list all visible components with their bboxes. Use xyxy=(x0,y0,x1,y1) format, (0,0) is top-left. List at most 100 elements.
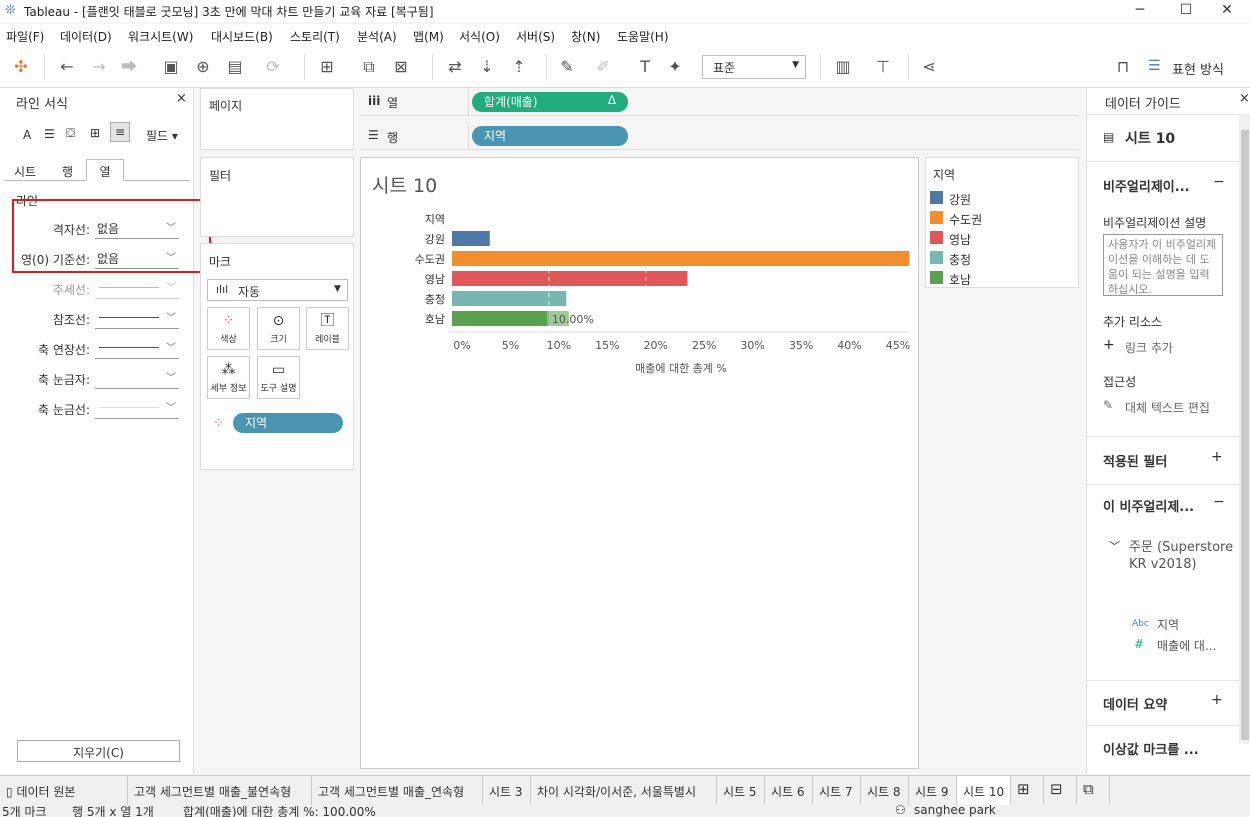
trend-lines-select[interactable]: ﹀ xyxy=(95,277,179,299)
close-guide-icon[interactable]: × xyxy=(1239,91,1250,106)
tab-sheet-4[interactable]: 차이 시각화/이서준, 서울특별시 xyxy=(531,776,717,805)
tooltip-button[interactable]: ▭ 도구 설명 xyxy=(257,356,300,399)
maximize-button[interactable]: ☐ xyxy=(1163,0,1209,22)
add-link-button[interactable]: 링크 추가 xyxy=(1125,339,1173,356)
collapse-icon[interactable]: − xyxy=(1213,174,1225,190)
save-icon[interactable]: ▣ xyxy=(160,56,182,78)
menu-format[interactable]: 서식(O) xyxy=(459,28,500,45)
show-cards-icon[interactable]: ▥ xyxy=(832,56,854,78)
tableau-icon[interactable]: ✣ xyxy=(10,56,32,78)
menu-data[interactable]: 데이터(D) xyxy=(60,28,112,45)
color-field-pill[interactable]: 지역 xyxy=(233,413,343,433)
refresh-icon[interactable]: ⟳ xyxy=(262,56,284,78)
presentation-icon[interactable]: ⊤ xyxy=(872,56,894,78)
replay-icon[interactable]: ⮕ xyxy=(118,56,140,78)
menu-window[interactable]: 창(N) xyxy=(571,28,600,45)
legend-item-3[interactable]: 충청 xyxy=(949,251,971,268)
legend-item-1[interactable]: 수도권 xyxy=(949,211,982,228)
menu-map[interactable]: 맵(M) xyxy=(413,28,444,45)
close-window-button[interactable]: ✕ xyxy=(1204,0,1250,22)
share-icon[interactable]: ⋖ xyxy=(918,56,940,78)
axis-minor-ticks-select[interactable]: ﹀ xyxy=(95,397,179,419)
tab-sheet-1[interactable]: 고객 세그먼트별 매출_불연속형 xyxy=(128,776,312,805)
pages-card[interactable]: 페이지 xyxy=(200,88,354,150)
legend-item-2[interactable]: 영남 xyxy=(949,231,971,248)
menu-story[interactable]: 스토리(T) xyxy=(290,28,340,45)
font-icon[interactable]: A xyxy=(23,128,31,142)
clear-sheet-icon[interactable]: ⊠ xyxy=(390,56,412,78)
this-viz-title[interactable]: 이 비주얼리제... xyxy=(1103,496,1194,515)
viz-description-input[interactable]: 사용자가 이 비주얼리제이션을 이해하는 데 도움이 되는 설명을 입력하십시오… xyxy=(1103,234,1223,296)
highlight-icon[interactable]: ✎ xyxy=(556,56,578,78)
clear-button[interactable]: 지우기(C) xyxy=(17,740,180,762)
duplicate-icon[interactable]: ⧉ xyxy=(358,56,380,78)
reference-lines-select[interactable]: ﹀ xyxy=(95,307,179,329)
shading-icon[interactable]: ⛋ xyxy=(66,126,75,141)
color-button[interactable]: ⁘ 색상 xyxy=(207,307,250,350)
undo-icon[interactable]: ← xyxy=(56,56,78,78)
columns-pill[interactable]: 합계(매출) Δ xyxy=(472,92,628,112)
tab-columns[interactable]: 열 xyxy=(86,159,124,181)
axis-ticks-select[interactable]: ﹀ xyxy=(95,367,179,389)
new-dashboard-icon[interactable]: ⊟ xyxy=(1044,776,1077,805)
viz-section-title[interactable]: 비주얼리제이... xyxy=(1103,176,1190,195)
borders-icon[interactable]: ⊞ xyxy=(90,126,100,140)
outliers-title[interactable]: 이상값 마크를 ... xyxy=(1103,739,1199,758)
tab-sheet[interactable]: 시트 xyxy=(14,163,36,180)
tab-sheet-9[interactable]: 시트 9 xyxy=(909,776,957,805)
status-user[interactable]: sanghee park xyxy=(914,805,996,817)
fix-axes-icon[interactable]: ✦ xyxy=(664,56,686,78)
sort-descending-icon[interactable]: ⇡ xyxy=(508,56,530,78)
filters-card[interactable]: 필터 xyxy=(200,157,354,237)
fields-dropdown[interactable]: 필드 ▾ xyxy=(146,127,178,144)
tab-sheet-6[interactable]: 시트 6 xyxy=(765,776,813,805)
view-mode-select[interactable]: 표준 ▼ xyxy=(702,55,806,79)
tab-sheet-2[interactable]: 고객 세그먼트별 매출_연속형 xyxy=(312,776,483,805)
data-summary-title[interactable]: 데이터 요약 xyxy=(1103,694,1167,713)
labels-icon[interactable]: T xyxy=(634,56,656,78)
tab-rows[interactable]: 행 xyxy=(62,163,73,180)
zero-line-select[interactable]: 없음 ﹀ xyxy=(95,247,179,269)
detail-button[interactable]: ⁂ 세부 정보 xyxy=(207,356,250,399)
menu-analysis[interactable]: 분석(A) xyxy=(357,28,397,45)
mark-type-select[interactable]: ılıl 자동 ▼ xyxy=(207,279,348,301)
tab-sheet-3[interactable]: 시트 3 xyxy=(483,776,531,805)
add-link-icon[interactable]: + xyxy=(1103,337,1115,353)
expand-filters-icon[interactable]: + xyxy=(1211,449,1223,465)
menu-file[interactable]: 파일(F) xyxy=(6,28,44,45)
expand-summary-icon[interactable]: + xyxy=(1211,692,1223,708)
applied-filters-title[interactable]: 적용된 필터 xyxy=(1103,451,1167,470)
tab-datasource[interactable]: ▯ 데이터 원본 xyxy=(0,776,128,805)
rows-pill[interactable]: 지역 xyxy=(472,126,628,146)
new-sheet-icon[interactable]: ⊞ xyxy=(1011,776,1044,805)
sort-ascending-icon[interactable]: ⇣ xyxy=(476,56,498,78)
menu-help[interactable]: 도움말(H) xyxy=(617,28,669,45)
group-icon[interactable]: ✐ xyxy=(592,56,614,78)
lines-icon[interactable]: ≡ xyxy=(110,122,130,142)
chevron-down-icon[interactable]: ﹀ xyxy=(1109,538,1120,554)
axis-rulers-select[interactable]: ﹀ xyxy=(95,337,179,359)
pencil-icon[interactable]: ✎ xyxy=(1103,398,1113,412)
new-datasource-icon[interactable]: ⊕ xyxy=(192,56,214,78)
swap-icon[interactable]: ⇄ xyxy=(444,56,466,78)
size-button[interactable]: ⊙ 크기 xyxy=(257,307,300,350)
alignment-icon[interactable]: ☰ xyxy=(44,127,55,141)
menu-dashboard[interactable]: 대시보드(B) xyxy=(211,28,273,45)
minimize-button[interactable]: ─ xyxy=(1117,0,1163,22)
alt-text-button[interactable]: 대체 텍스트 편집 xyxy=(1125,399,1210,416)
redo-icon[interactable]: → xyxy=(88,56,110,78)
collapse-viz-icon[interactable]: − xyxy=(1213,494,1225,510)
tab-sheet-10[interactable]: 시트 10 xyxy=(957,776,1011,805)
label-button[interactable]: 🅃 레이블 xyxy=(306,307,349,350)
legend-item-4[interactable]: 호남 xyxy=(949,271,971,288)
close-pane-icon[interactable]: × xyxy=(176,91,187,106)
new-worksheet-icon[interactable]: ⊞ xyxy=(316,56,338,78)
show-me-button[interactable]: 표현 방식 xyxy=(1172,59,1224,78)
menu-worksheet[interactable]: 워크시트(W) xyxy=(128,28,193,45)
tab-sheet-5[interactable]: 시트 5 xyxy=(717,776,765,805)
legend-item-0[interactable]: 강원 xyxy=(949,191,971,208)
new-story-icon[interactable]: ⧉ xyxy=(1077,776,1110,805)
grid-lines-select[interactable]: 없음 ﹀ xyxy=(95,217,179,239)
format-painter-icon[interactable]: ⊓ xyxy=(1112,56,1134,78)
tab-sheet-8[interactable]: 시트 8 xyxy=(861,776,909,805)
